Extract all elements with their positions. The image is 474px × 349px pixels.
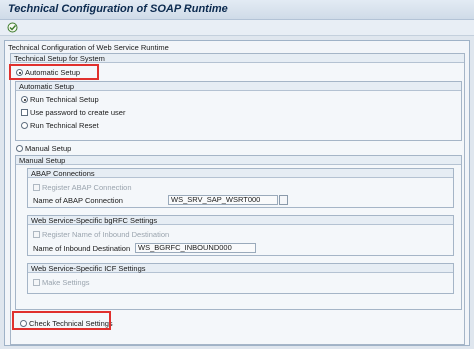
use-password-checkbox[interactable] — [21, 109, 28, 116]
tech-setup-header: Technical Setup for System — [11, 54, 464, 63]
register-inbound-destination-checkbox[interactable] — [33, 231, 40, 238]
register-inbound-destination-label: Register Name of Inbound Destination — [42, 230, 170, 239]
register-abap-connection-checkbox[interactable] — [33, 184, 40, 191]
automatic-setup-header: Automatic Setup — [16, 82, 461, 91]
value-help-icon[interactable] — [279, 195, 288, 205]
bgrfc-settings-section: Web Service-Specific bgRFC Settings Regi… — [27, 215, 454, 256]
icf-settings-header: Web Service-Specific ICF Settings — [28, 264, 453, 273]
application-toolbar — [0, 20, 474, 36]
execute-icon[interactable] — [7, 22, 18, 33]
inbound-destination-name-field[interactable]: WS_BGRFC_INBOUND000 — [135, 243, 256, 253]
icf-settings-title: Web Service-Specific ICF Settings — [31, 264, 146, 273]
manual-setup-section: Manual Setup ABAP Connections Register A… — [15, 155, 462, 310]
register-abap-connection-label: Register ABAP Connection — [42, 183, 132, 192]
run-technical-reset-label[interactable]: Run Technical Reset — [30, 121, 99, 130]
automatic-setup-highlight — [9, 64, 99, 80]
bgrfc-settings-title: Web Service-Specific bgRFC Settings — [31, 216, 158, 225]
bgrfc-settings-header: Web Service-Specific bgRFC Settings — [28, 216, 453, 225]
abap-connections-section: ABAP Connections Register ABAP Connectio… — [27, 168, 454, 208]
group-title: Technical Configuration of Web Service R… — [8, 43, 169, 52]
main-group: Technical Configuration of Web Service R… — [4, 40, 470, 346]
tech-setup-title: Technical Setup for System — [14, 54, 105, 63]
make-settings-label: Make Settings — [42, 278, 90, 287]
automatic-setup-section: Automatic Setup Run Technical Setup Use … — [15, 81, 462, 141]
automatic-setup-title: Automatic Setup — [19, 82, 75, 91]
make-settings-checkbox[interactable] — [33, 279, 40, 286]
abap-connections-header: ABAP Connections — [28, 169, 453, 178]
page-title: Technical Configuration of SOAP Runtime — [8, 3, 228, 15]
inbound-destination-name-label: Name of Inbound Destination — [33, 244, 131, 253]
check-technical-settings-highlight — [12, 311, 111, 330]
abap-connection-name-label: Name of ABAP Connection — [33, 196, 123, 205]
title-bar: Technical Configuration of SOAP Runtime — [0, 0, 474, 20]
run-technical-setup-label[interactable]: Run Technical Setup — [30, 95, 99, 104]
abap-connection-name-field[interactable]: WS_SRV_SAP_WSRT000 — [168, 195, 278, 205]
manual-setup-radio[interactable] — [16, 145, 23, 152]
run-technical-reset-radio[interactable] — [21, 122, 28, 129]
tech-setup-section: Technical Setup for System Automatic Set… — [10, 53, 465, 345]
manual-setup-label[interactable]: Manual Setup — [25, 144, 71, 153]
manual-setup-header: Manual Setup — [16, 156, 461, 165]
icf-settings-section: Web Service-Specific ICF Settings Make S… — [27, 263, 454, 294]
run-technical-setup-radio[interactable] — [21, 96, 28, 103]
manual-setup-title: Manual Setup — [19, 156, 66, 165]
abap-connections-title: ABAP Connections — [31, 169, 95, 178]
use-password-label[interactable]: Use password to create user — [30, 108, 125, 117]
